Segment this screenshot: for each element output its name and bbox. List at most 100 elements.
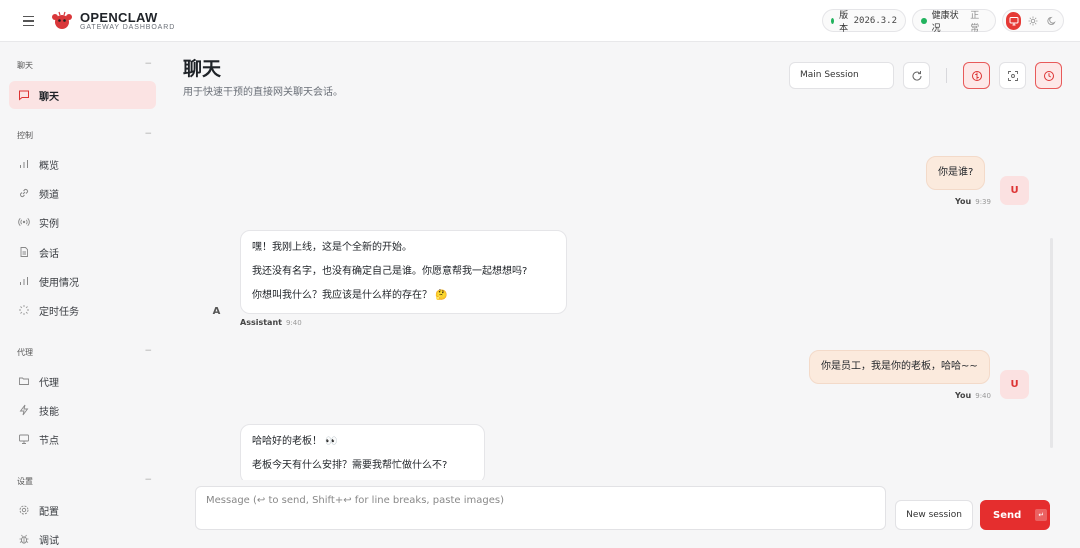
sidebar-item-label: 概览 (39, 160, 59, 172)
sidebar-item-instances[interactable]: 实例 (9, 208, 156, 236)
lightning-icon (18, 404, 30, 416)
menu-icon[interactable] (18, 12, 38, 30)
sidebar-item-agents[interactable]: 代理 (9, 367, 156, 395)
section-title: 控制 (17, 131, 33, 140)
version-badge: 版本 2026.3.2 (822, 9, 906, 34)
message-meta: You 9:39 (955, 197, 991, 206)
send-button[interactable]: Send ↵ (980, 500, 1050, 530)
message-text: 你想叫我什么？我应该是什么样的存在？ 🤔 (252, 290, 448, 301)
message-text: 老板今天有什么安排？需要我帮忙做什么不? (252, 460, 448, 471)
message-text: 哈哈好的老板！ 👀 (252, 436, 338, 447)
collapse-icon: − (144, 129, 152, 139)
sidebar-item-cron[interactable]: 定时任务 (9, 296, 156, 324)
refresh-icon (912, 70, 922, 81)
bar-chart-icon (18, 158, 30, 170)
health-label: 健康状况 (931, 10, 959, 34)
section-title: 设置 (17, 477, 33, 486)
session-select[interactable]: Main Session (789, 62, 894, 89)
clock-icon (1043, 70, 1054, 81)
loader-icon (18, 304, 30, 316)
sidebar-item-nodes[interactable]: 节点 (9, 425, 156, 453)
toolbar-divider (946, 68, 947, 83)
chat-scrollbar[interactable] (1050, 238, 1053, 448)
sidebar-section-settings[interactable]: 设置 − (17, 475, 152, 487)
message-author: You (955, 391, 972, 400)
message-time: 9:39 (975, 198, 991, 206)
message-text: 我还没有名字，也没有确定自己是谁。你愿意帮我一起想想吗? (252, 266, 528, 277)
message-input-placeholder: Message (↩ to send, Shift+↩ for line bre… (206, 495, 504, 506)
theme-system-button[interactable] (1006, 11, 1022, 30)
section-title: 聊天 (17, 61, 33, 70)
bug-icon (18, 533, 30, 545)
message-time: 9:40 (975, 392, 991, 400)
sidebar-item-label: 使用情况 (39, 277, 79, 289)
document-icon (18, 246, 30, 258)
message-author: You (955, 197, 972, 206)
sidebar: 聊天 − 聊天 控制 − 概览 频道 实例 会话 使用情况 定时任务 代理 − … (0, 42, 165, 548)
health-badge: 健康状况 正常 (912, 9, 996, 34)
sidebar-item-config[interactable]: 配置 (9, 496, 156, 524)
sidebar-item-label: 节点 (39, 435, 59, 447)
chat-thread: 你是谁? U You 9:39 A 嘿！我刚上线，这是个全新的开始。 我还没有名字… (165, 100, 1080, 480)
status-dot-icon (831, 17, 835, 24)
assistant-message-bubble: 哈哈好的老板！ 👀 老板今天有什么安排？需要我帮忙做什么不? (240, 424, 485, 480)
sidebar-item-channels[interactable]: 频道 (9, 179, 156, 207)
sidebar-item-label: 会话 (39, 248, 59, 260)
history-button[interactable] (1035, 62, 1062, 89)
user-avatar: U (1000, 176, 1029, 205)
sidebar-item-chat[interactable]: 聊天 (9, 81, 156, 109)
monitor-icon (1009, 16, 1019, 25)
theme-light-button[interactable] (1025, 12, 1040, 30)
moon-icon (1047, 16, 1056, 25)
thinking-toggle-button[interactable] (963, 62, 990, 89)
message-text: 嘿！我刚上线，这是个全新的开始。 (252, 242, 412, 253)
sun-icon (1028, 16, 1038, 25)
message-meta: Assistant 9:40 (240, 318, 302, 327)
radio-icon (18, 216, 30, 228)
sidebar-section-control[interactable]: 控制 − (17, 129, 152, 141)
bar-chart-icon (18, 275, 30, 287)
sidebar-item-usage[interactable]: 使用情况 (9, 267, 156, 295)
brain-icon (971, 70, 982, 81)
collapse-icon: − (144, 346, 152, 356)
send-button-label: Send (993, 509, 1022, 521)
sidebar-item-label: 定时任务 (39, 306, 79, 318)
sidebar-item-overview[interactable]: 概览 (9, 150, 156, 178)
status-dot-icon (921, 17, 927, 24)
message-text: 你是员工，我是你的老板，哈哈~~ (821, 361, 978, 372)
chat-icon (18, 89, 30, 101)
message-author: Assistant (240, 318, 282, 327)
theme-switcher (1002, 9, 1064, 32)
sidebar-item-label: 频道 (39, 189, 59, 201)
sidebar-item-label: 实例 (39, 218, 59, 230)
lobster-logo-icon (52, 11, 72, 29)
section-title: 代理 (17, 348, 33, 357)
folder-icon (18, 375, 30, 387)
message-text: 你是谁? (938, 167, 974, 178)
health-value: 正常 (970, 10, 980, 34)
focus-icon (1007, 70, 1018, 81)
user-message-bubble: 你是员工，我是你的老板，哈哈~~ (809, 350, 990, 384)
collapse-icon: − (144, 59, 152, 69)
message-meta: You 9:40 (955, 391, 991, 400)
focus-mode-button[interactable] (999, 62, 1026, 89)
assistant-message-bubble: 嘿！我刚上线，这是个全新的开始。 我还没有名字，也没有确定自己是谁。你愿意帮我一… (240, 230, 567, 314)
user-message-bubble: 你是谁? (926, 156, 986, 190)
new-session-button[interactable]: New session (895, 500, 973, 530)
refresh-button[interactable] (903, 62, 930, 89)
collapse-icon: − (144, 475, 152, 485)
user-avatar: U (1000, 370, 1029, 399)
sidebar-item-debug[interactable]: 调试 (9, 525, 156, 548)
sidebar-section-chat[interactable]: 聊天 − (17, 59, 152, 71)
sidebar-item-label: 聊天 (39, 91, 59, 103)
gear-icon (18, 504, 30, 516)
theme-dark-button[interactable] (1045, 12, 1060, 30)
sidebar-item-label: 技能 (39, 406, 59, 418)
enter-key-icon: ↵ (1035, 509, 1048, 521)
message-input[interactable]: Message (↩ to send, Shift+↩ for line bre… (195, 486, 886, 530)
sidebar-section-agents[interactable]: 代理 − (17, 346, 152, 358)
brand-title: OPENCLAW (80, 10, 158, 25)
sidebar-item-skills[interactable]: 技能 (9, 396, 156, 424)
version-value: 2026.3.2 (853, 15, 897, 26)
sidebar-item-sessions[interactable]: 会话 (9, 238, 156, 266)
